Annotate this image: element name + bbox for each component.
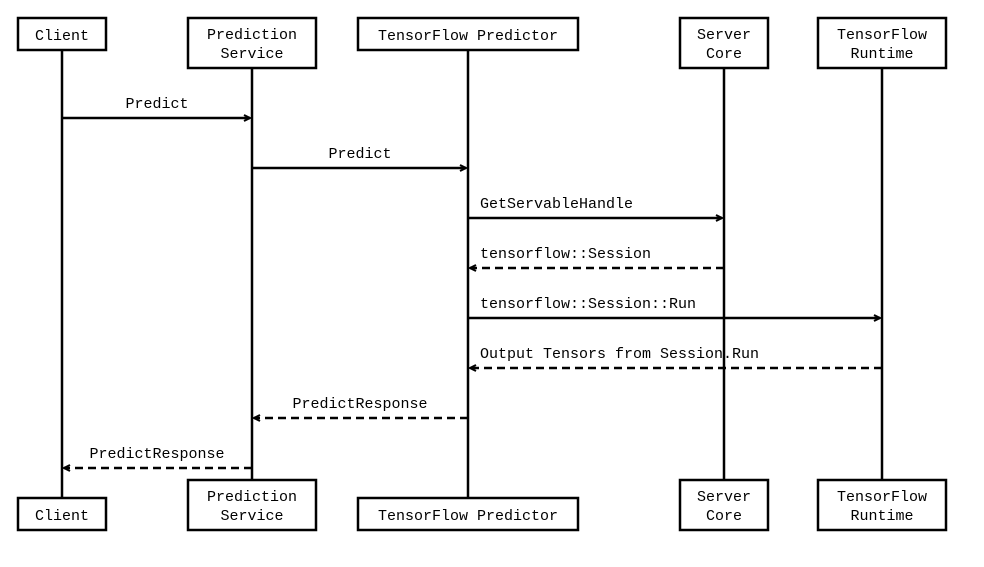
message-output-tensors: Output Tensors from Session.Run [470,346,882,368]
participant-tf-runtime-top: TensorFlow Runtime [818,18,946,68]
participant-tf-runtime-bottom: TensorFlow Runtime [818,480,946,530]
tf-runtime-label-bottom-2: Runtime [850,508,913,525]
svg-text:PredictResponse: PredictResponse [89,446,224,463]
svg-text:Predict: Predict [125,96,188,113]
participant-prediction-service-bottom: Prediction Service [188,480,316,530]
tf-predictor-label-bottom: TensorFlow Predictor [378,508,558,525]
message-predict-response-2: PredictResponse [64,446,252,468]
tf-runtime-label-bottom-1: TensorFlow [837,489,927,506]
participant-server-core-bottom: Server Core [680,480,768,530]
message-get-servable-handle: GetServableHandle [468,196,722,218]
prediction-service-label-top-1: Prediction [207,27,297,44]
participant-prediction-service-top: Prediction Service [188,18,316,68]
prediction-service-label-bottom-1: Prediction [207,489,297,506]
client-label-top: Client [35,28,89,45]
svg-text:Output Tensors from Session.Ru: Output Tensors from Session.Run [480,346,759,363]
message-tensorflow-session: tensorflow::Session [470,246,724,268]
message-session-run: tensorflow::Session::Run [468,296,880,318]
server-core-label-bottom-2: Core [706,508,742,525]
svg-text:tensorflow::Session::Run: tensorflow::Session::Run [480,296,696,313]
svg-text:GetServableHandle: GetServableHandle [480,196,633,213]
tf-predictor-label-top: TensorFlow Predictor [378,28,558,45]
message-predict-2: Predict [252,146,466,168]
tf-runtime-label-top-1: TensorFlow [837,27,927,44]
participant-server-core-top: Server Core [680,18,768,68]
server-core-label-top-2: Core [706,46,742,63]
svg-text:Predict: Predict [328,146,391,163]
participant-tf-predictor-top: TensorFlow Predictor [358,18,578,50]
participant-client-bottom: Client [18,498,106,530]
prediction-service-label-top-2: Service [220,46,283,63]
message-predict-1: Predict [62,96,250,118]
svg-text:PredictResponse: PredictResponse [292,396,427,413]
tf-runtime-label-top-2: Runtime [850,46,913,63]
client-label-bottom: Client [35,508,89,525]
server-core-label-top-1: Server [697,27,751,44]
participant-tf-predictor-bottom: TensorFlow Predictor [358,498,578,530]
prediction-service-label-bottom-2: Service [220,508,283,525]
server-core-label-bottom-1: Server [697,489,751,506]
message-predict-response-1: PredictResponse [254,396,468,418]
participant-client-top: Client [18,18,106,50]
svg-text:tensorflow::Session: tensorflow::Session [480,246,651,263]
